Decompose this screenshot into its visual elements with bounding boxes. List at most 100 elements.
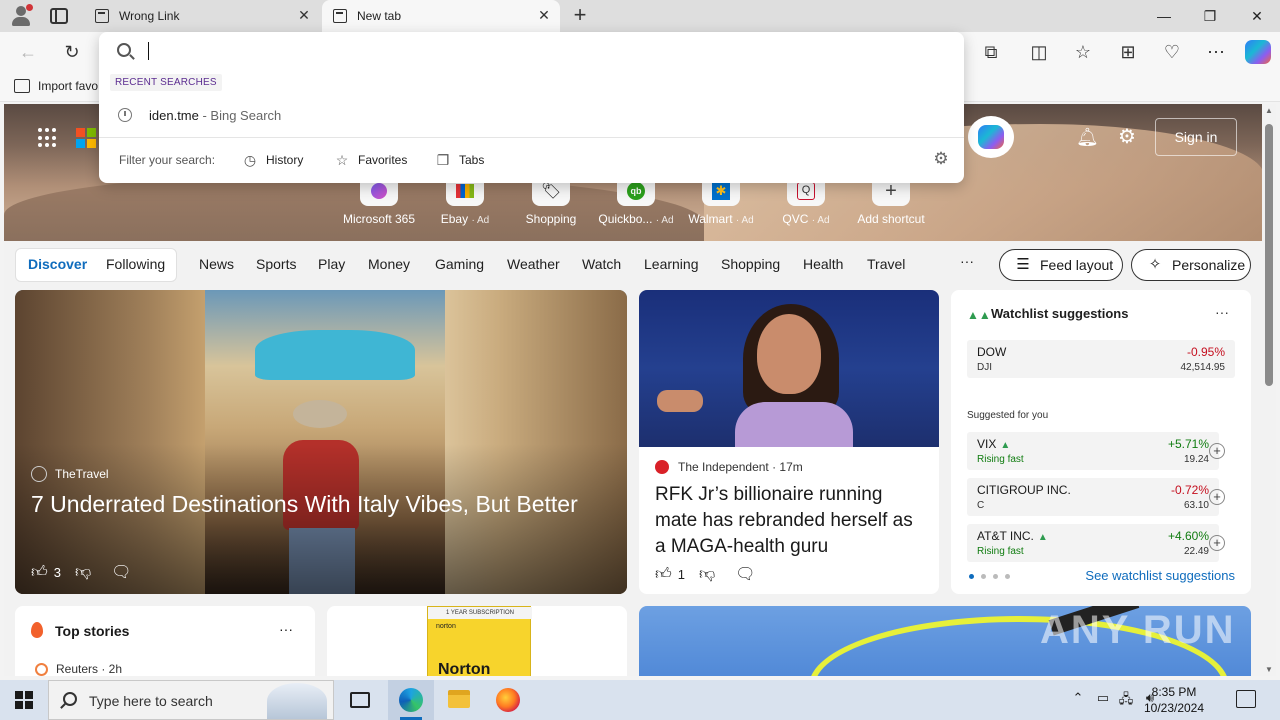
nav-more-icon[interactable]: ··· [960, 253, 974, 269]
quick-links: Microsoft 365 Ebay · Ad 🏷︎ Shopping qb Q… [334, 176, 934, 236]
taskbar-clock[interactable]: 8:35 PM 10/23/2024 [1136, 684, 1212, 716]
performance-icon[interactable]: ♡ [1160, 40, 1184, 64]
tab-new-tab[interactable]: New tab ✕ [322, 0, 560, 32]
new-tab-button[interactable]: + [568, 4, 592, 28]
carousel-dots[interactable] [969, 574, 1017, 579]
tab-close-icon[interactable]: ✕ [296, 7, 312, 23]
nav-learning[interactable]: Learning [644, 256, 699, 272]
restore-button[interactable]: ❐ [1187, 0, 1233, 32]
nav-news[interactable]: News [199, 256, 234, 272]
nav-weather[interactable]: Weather [507, 256, 560, 272]
add-to-watchlist-icon[interactable]: + [1209, 535, 1225, 551]
comment-icon[interactable]: 🗨︎ [735, 564, 755, 584]
filter-history[interactable]: ◷ History [242, 150, 303, 170]
nav-shopping[interactable]: Shopping [721, 256, 780, 272]
scroll-thumb[interactable] [1265, 124, 1273, 386]
app-launcher-icon[interactable] [38, 128, 58, 148]
collections-icon[interactable]: ⊞ [1116, 40, 1140, 64]
tray-chevron-icon[interactable]: ⌃ [1068, 690, 1088, 706]
shortcut-microsoft-365[interactable]: Microsoft 365 [334, 176, 424, 226]
story-headline[interactable]: 7 Underrated Destinations With Italy Vib… [31, 488, 591, 520]
thumbs-up-icon[interactable]: 👍︎ [31, 563, 48, 582]
profile-icon[interactable] [8, 4, 34, 28]
nav-sports[interactable]: Sports [256, 256, 296, 272]
nav-following[interactable]: Following [106, 256, 165, 272]
stock-row-vix[interactable]: VIX ▲ Rising fast +5.71% 19.24 [967, 432, 1219, 470]
minimize-button[interactable]: — [1141, 0, 1187, 32]
page-scrollbar[interactable]: ▲ ▼ [1262, 104, 1276, 676]
story-source: TheTravel [31, 466, 109, 482]
microsoft-logo-icon[interactable] [76, 128, 96, 148]
nav-health[interactable]: Health [803, 256, 843, 272]
thumbs-down-icon[interactable]: 👎︎ [699, 565, 715, 584]
address-input[interactable] [145, 40, 925, 62]
nav-play[interactable]: Play [318, 256, 345, 272]
thumbs-up-icon[interactable]: 👍︎ [655, 565, 672, 584]
window-close-button[interactable]: ✕ [1234, 0, 1280, 32]
search-suggestion[interactable]: iden.tme - Bing Search [149, 108, 281, 123]
story-photo [639, 290, 939, 447]
stock-row-dow[interactable]: DOW DJI -0.95% 42,514.95 [967, 340, 1235, 378]
refresh-icon[interactable]: ↻ [60, 40, 84, 64]
shortcut-add[interactable]: + Add shortcut [846, 176, 936, 226]
shortcut-ebay[interactable]: Ebay · Ad [420, 176, 510, 226]
see-watchlist-link[interactable]: See watchlist suggestions [1085, 568, 1235, 583]
nav-travel[interactable]: Travel [867, 256, 905, 272]
stock-row-att[interactable]: AT&T INC. ▲ Rising fast +4.60% 22.49 [967, 524, 1219, 562]
scroll-down-icon[interactable]: ▼ [1264, 665, 1274, 674]
edge-taskbar-button[interactable] [388, 680, 434, 720]
independent-logo-icon [655, 460, 669, 474]
norton-ad-card[interactable]: 1 YEAR SUBSCRIPTION norton Norton [327, 606, 627, 676]
main-story-card[interactable]: TheTravel 7 Underrated Destinations With… [15, 290, 627, 594]
story-headline[interactable]: RFK Jr’s billionaire running mate has re… [655, 482, 925, 560]
search-settings-gear-icon[interactable]: ⚙ [932, 150, 950, 168]
add-to-watchlist-icon[interactable]: + [1209, 443, 1225, 459]
sign-in-button[interactable]: Sign in [1155, 118, 1237, 156]
page-settings-gear-icon[interactable]: ⚙ [1116, 126, 1138, 148]
import-favorites-link[interactable]: Import favo [38, 79, 98, 93]
copilot-icon[interactable] [1245, 40, 1271, 64]
extensions-icon[interactable]: ⧉ [979, 40, 1003, 64]
watchlist-more-icon[interactable]: ··· [1215, 304, 1229, 320]
taskbar-search-box[interactable]: Type here to search [48, 680, 334, 720]
network-icon[interactable]: 🖧︎ [1116, 690, 1136, 712]
add-to-watchlist-icon[interactable]: + [1209, 489, 1225, 505]
shortcut-quickbooks[interactable]: qb Quickbo... · Ad [591, 176, 681, 226]
tab-wrong-link[interactable]: Wrong Link ✕ [84, 0, 320, 32]
nav-money[interactable]: Money [368, 256, 410, 272]
filter-favorites[interactable]: ☆ Favorites [334, 150, 408, 170]
news-card-independent[interactable]: The Independent · 17m RFK Jr’s billionai… [639, 290, 939, 594]
task-view-button[interactable] [337, 680, 383, 720]
shortcut-shopping[interactable]: 🏷︎ Shopping [506, 176, 596, 226]
shortcut-qvc[interactable]: Q QVC · Ad [761, 176, 851, 226]
top-stories-title: Top stories [55, 623, 130, 639]
personalize-button[interactable]: ✧ Personalize [1131, 249, 1251, 281]
tab-close-icon[interactable]: ✕ [536, 7, 552, 23]
more-menu-icon[interactable]: ⋯ [1204, 40, 1228, 64]
notifications-bell-icon[interactable]: 🔔︎ [1076, 126, 1099, 148]
comment-icon[interactable]: 🗨︎ [111, 562, 131, 582]
copilot-hero-icon[interactable] [968, 116, 1014, 158]
nav-gaming[interactable]: Gaming [435, 256, 484, 272]
shortcut-walmart[interactable]: ✱ Walmart · Ad [676, 176, 766, 226]
top-stories-more-icon[interactable]: ··· [279, 621, 293, 637]
tab-actions-icon[interactable] [50, 8, 68, 24]
feed-layout-button[interactable]: ☰ Feed layout [999, 249, 1123, 281]
shortcut-label: Microsoft 365 [342, 212, 416, 226]
thumbs-down-icon[interactable]: 👎︎ [75, 563, 91, 582]
start-windows-icon[interactable] [15, 691, 33, 709]
stock-row-citigroup[interactable]: CITIGROUP INC. C -0.72% 63.10 [967, 478, 1219, 516]
scroll-up-icon[interactable]: ▲ [1264, 106, 1274, 115]
filter-tabs[interactable]: ❐ Tabs [435, 150, 485, 170]
file-explorer-taskbar-button[interactable] [436, 680, 482, 720]
favorites-star-icon[interactable]: ☆ [1071, 40, 1095, 64]
nav-watch[interactable]: Watch [582, 256, 621, 272]
source-logo-icon [31, 466, 47, 482]
notification-center-icon[interactable] [1236, 690, 1256, 708]
back-icon[interactable]: ← [16, 40, 40, 64]
firefox-taskbar-button[interactable] [485, 680, 531, 720]
nav-discover[interactable]: Discover [28, 256, 87, 272]
watchlist-card: ▲▲ Watchlist suggestions ··· DOW DJI -0.… [951, 290, 1251, 594]
tray-device-icon[interactable]: ▭ [1093, 690, 1113, 706]
split-screen-icon[interactable]: ◫ [1027, 40, 1051, 64]
